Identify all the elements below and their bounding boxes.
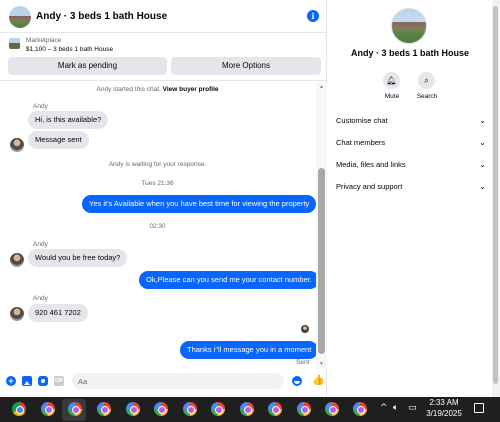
page-scrollbar-thumb[interactable] — [493, 6, 498, 384]
customise-chat-row[interactable]: Customise chat ⌄ — [336, 116, 486, 130]
andy-avatar[interactable] — [10, 307, 24, 321]
search-icon: ⌕ — [424, 76, 429, 85]
tray-chevron-up-icon[interactable]: ^ — [380, 403, 388, 413]
mute-button[interactable]: 🔔︎ — [383, 72, 400, 89]
chevron-down-icon: ⌄ — [479, 182, 486, 191]
andy-avatar[interactable] — [10, 253, 24, 267]
clock-time[interactable]: 2:33 AM — [429, 398, 459, 407]
plus-icon[interactable]: + — [6, 376, 16, 386]
photo-icon[interactable] — [22, 376, 32, 386]
emoji-icon[interactable] — [292, 376, 302, 386]
chat-title[interactable]: Andy · 3 beds 1 bath House — [36, 11, 167, 22]
network-icon[interactable]: ▭ — [408, 403, 417, 413]
listing-thumbnail[interactable] — [9, 38, 20, 49]
privacy-support-row[interactable]: Privacy and support ⌄ — [336, 182, 486, 196]
chrome-profile-icon[interactable] — [97, 402, 111, 416]
row-label: Privacy and support — [336, 182, 403, 191]
listing-avatar[interactable] — [9, 6, 31, 28]
chrome-profile-icon[interactable] — [154, 402, 168, 416]
row-label: Chat members — [336, 138, 386, 147]
more-options-button[interactable]: More Options — [171, 57, 321, 75]
outgoing-message[interactable]: Thanks i"ll message you in a moment — [180, 341, 319, 359]
chevron-down-icon: ⌄ — [479, 138, 486, 147]
timestamp: 02:30 — [149, 223, 166, 230]
search-label: Search — [416, 93, 438, 100]
sent-status: Sent — [296, 359, 310, 366]
chevron-down-icon: ⌄ — [479, 160, 486, 169]
scroll-up-icon[interactable]: ▲ — [318, 84, 325, 90]
chrome-profile-icon[interactable] — [325, 402, 339, 416]
sender-name: Andy — [33, 103, 48, 110]
info-title: Andy · 3 beds 1 bath House — [350, 48, 470, 58]
chrome-profile-icon[interactable] — [126, 402, 140, 416]
listing-category: Marketplace — [26, 37, 62, 44]
row-label: Customise chat — [336, 116, 388, 125]
chrome-profile-icon[interactable] — [183, 402, 197, 416]
chrome-profile-icon[interactable] — [240, 402, 254, 416]
chrome-profile-icon[interactable] — [353, 402, 367, 416]
incoming-message[interactable]: Would you be free today? — [28, 249, 128, 267]
view-buyer-profile-link[interactable]: View buyer profile — [163, 86, 219, 93]
chat-started-text: Andy started this chat. — [96, 86, 161, 93]
chat-started-notice: Andy started this chat. View buyer profi… — [0, 86, 315, 93]
thumbs-up-icon[interactable]: 👍 — [312, 375, 324, 386]
gif-icon[interactable]: GIF — [54, 376, 64, 386]
message-composer: + GIF 👍 — [0, 370, 327, 392]
chrome-profile-icon[interactable] — [297, 402, 311, 416]
mute-label: Mute — [384, 93, 400, 100]
timestamp: Tues 21:36 — [141, 180, 174, 187]
chevron-down-icon: ⌄ — [479, 116, 486, 125]
incoming-message[interactable]: 920 461 7202 — [28, 304, 88, 322]
media-files-links-row[interactable]: Media, files and links ⌄ — [336, 160, 486, 174]
andy-avatar[interactable] — [10, 138, 24, 152]
listing-profile-photo[interactable] — [391, 8, 427, 44]
waiting-notice: Andy is waiting for your response. — [108, 161, 207, 168]
chat-header: Andy · 3 beds 1 bath House i — [0, 0, 327, 33]
sender-name: Andy — [33, 295, 48, 302]
chrome-icon[interactable] — [12, 402, 26, 416]
sender-name: Andy — [33, 241, 48, 248]
chrome-profile-icon[interactable] — [41, 402, 55, 416]
outgoing-message[interactable]: Yes it's Available when you have best ti… — [82, 195, 317, 213]
bell-icon: 🔔︎ — [386, 76, 397, 85]
info-icon[interactable]: i — [307, 10, 319, 22]
search-button[interactable]: ⌕ — [418, 72, 435, 89]
chat-scrollbar-thumb[interactable] — [318, 168, 325, 354]
incoming-message[interactable]: Hi, is this available? — [28, 111, 109, 129]
scroll-down-icon[interactable]: ▼ — [318, 361, 325, 367]
row-label: Media, files and links — [336, 160, 406, 169]
mark-as-pending-button[interactable]: Mark as pending — [8, 57, 167, 75]
chrome-profile-icon[interactable] — [268, 402, 282, 416]
clock-date[interactable]: 3/19/2025 — [424, 409, 464, 418]
chrome-profile-icon[interactable] — [211, 402, 225, 416]
sticker-icon[interactable] — [38, 376, 48, 386]
seen-indicator-avatar — [301, 325, 309, 333]
notifications-icon[interactable] — [474, 403, 484, 413]
chat-members-row[interactable]: Chat members ⌄ — [336, 138, 486, 152]
listing-price-title[interactable]: $1,100 – 3 beds 1 bath House — [26, 46, 113, 53]
chrome-profile-icon[interactable] — [68, 402, 82, 416]
outgoing-message[interactable]: Ok,Please can you send me your contact n… — [139, 271, 319, 289]
conversation-info-pane — [328, 0, 500, 397]
speaker-icon[interactable]: 🔈︎ — [393, 403, 398, 413]
message-input[interactable] — [72, 373, 284, 389]
incoming-message[interactable]: Message sent — [28, 131, 89, 149]
